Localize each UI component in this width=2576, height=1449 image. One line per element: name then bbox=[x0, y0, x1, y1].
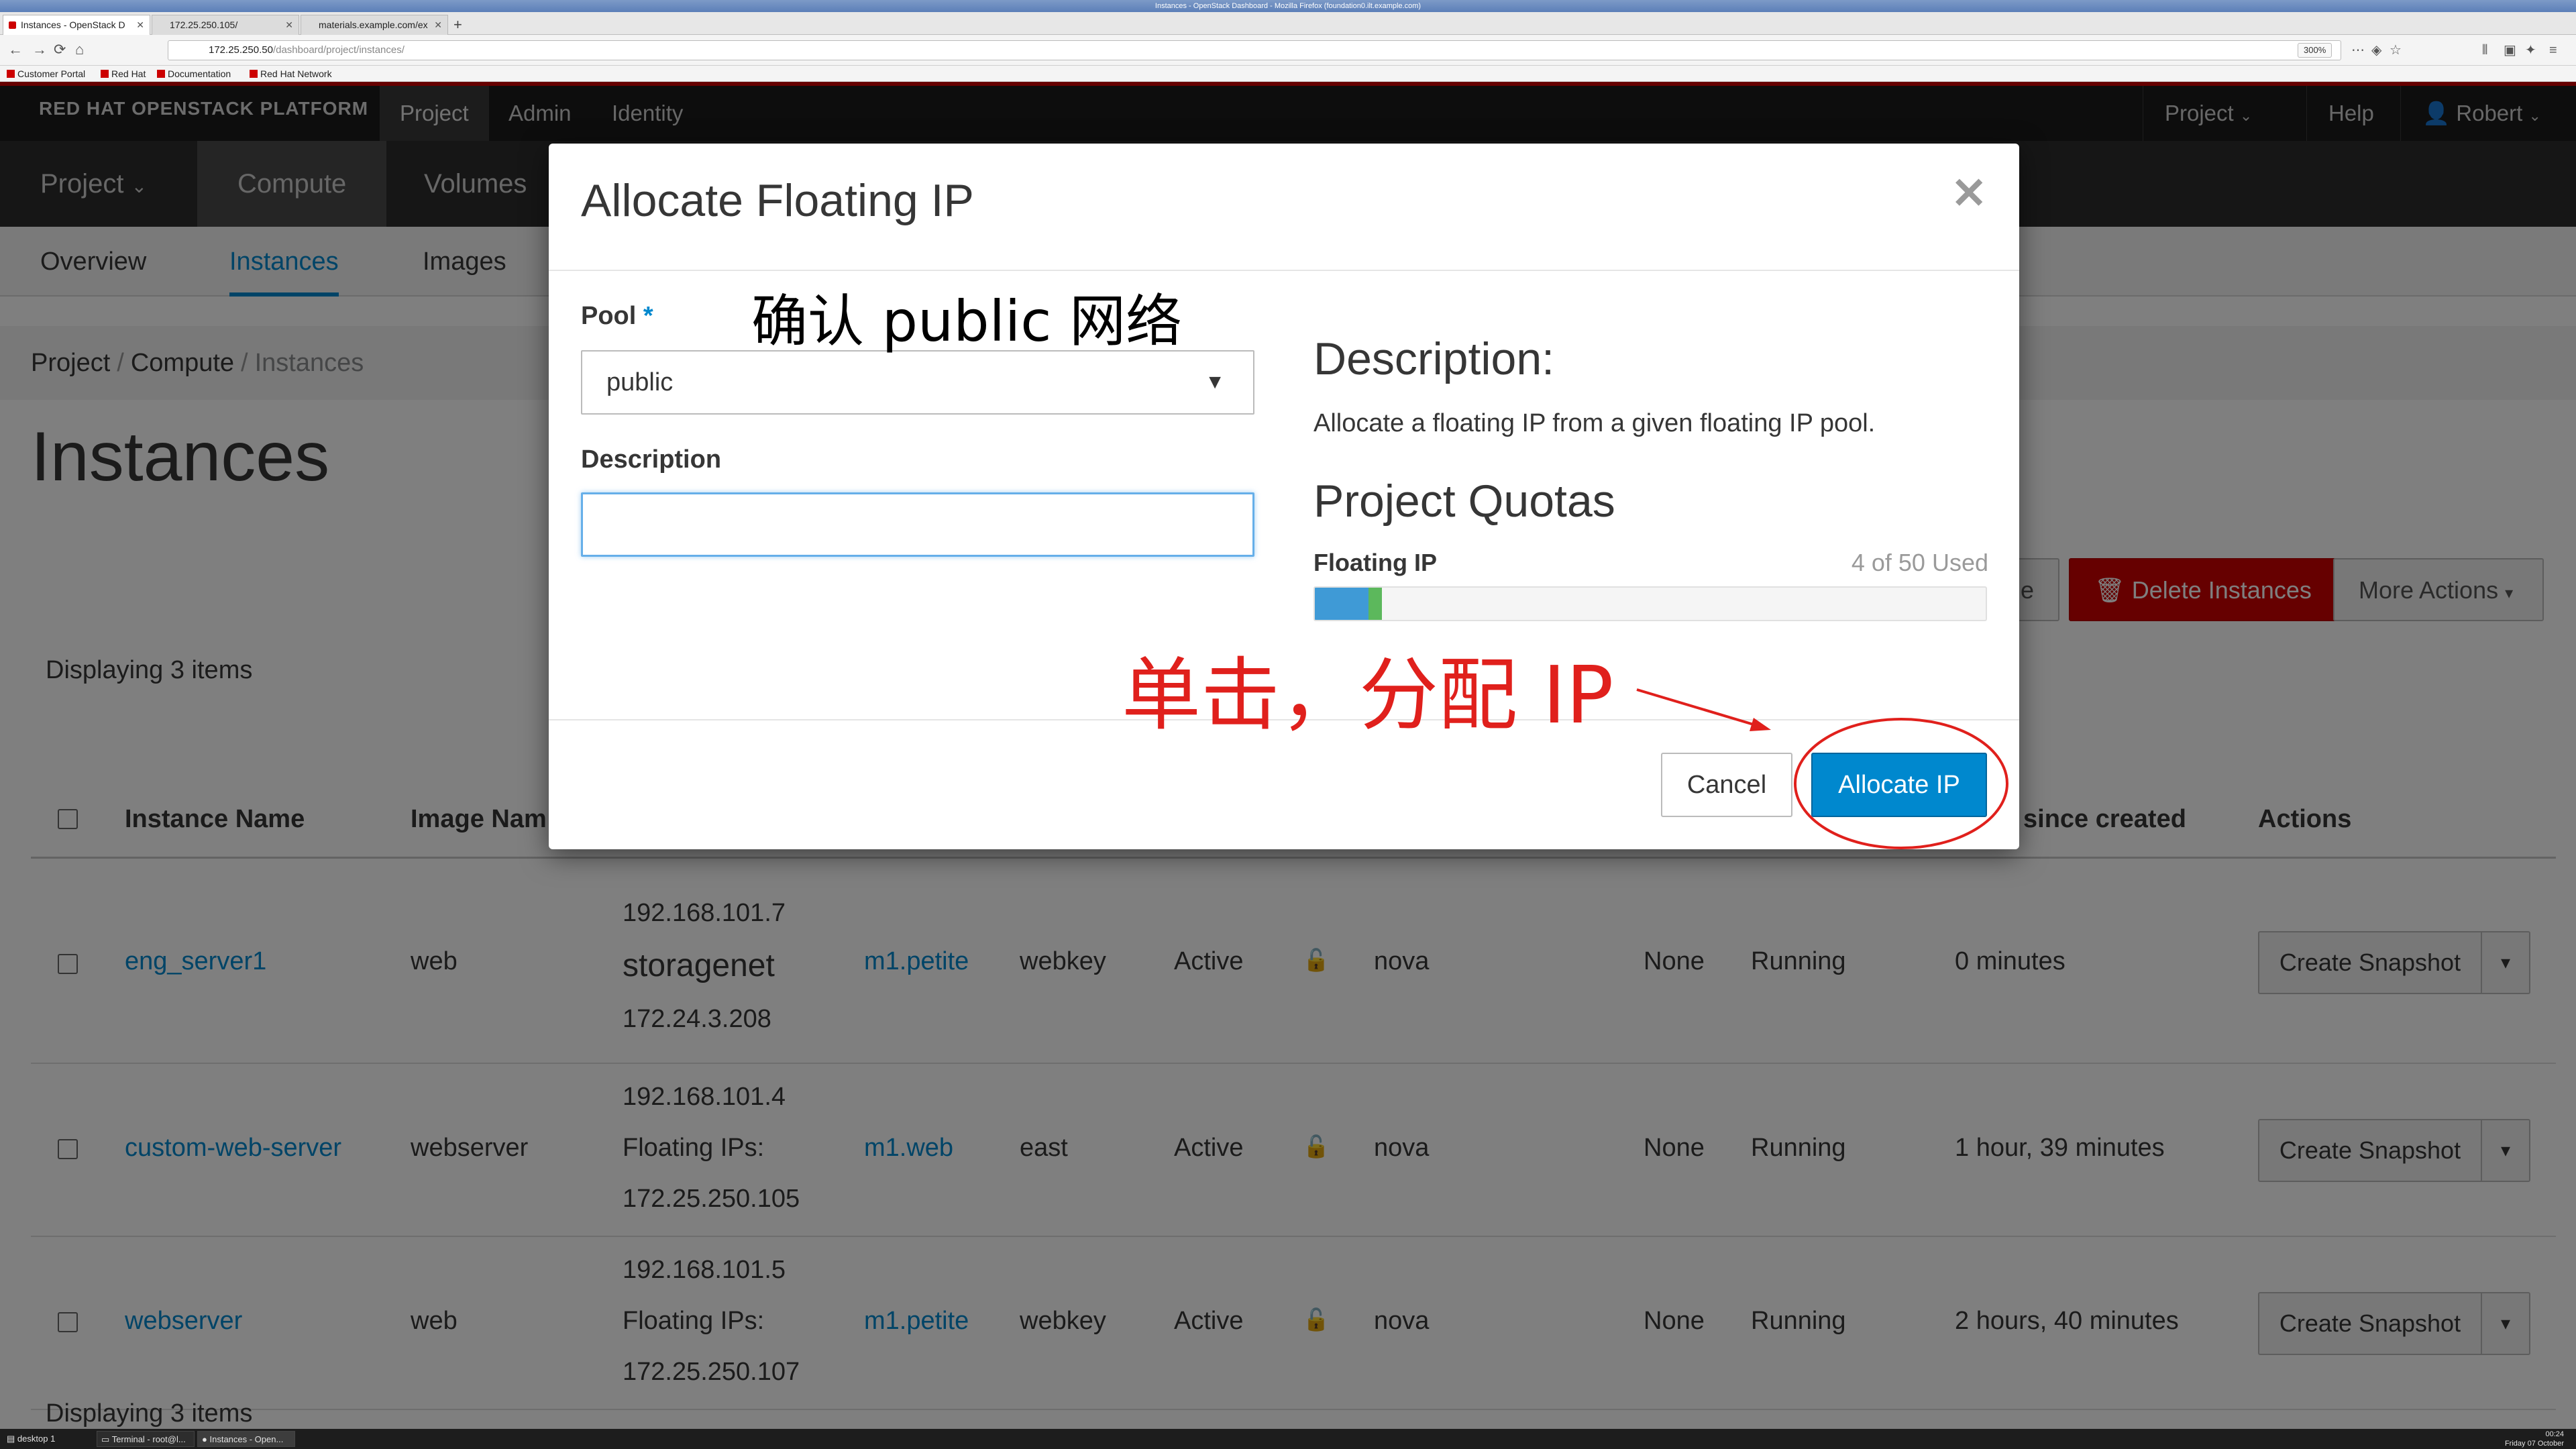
help-title: Description: bbox=[1313, 333, 1555, 384]
taskbar-terminal-label: Terminal - root@l... bbox=[111, 1434, 186, 1444]
bookmark-star-icon[interactable]: ☆ bbox=[2390, 42, 2402, 58]
browser-tab-materials[interactable]: materials.example.com/ex ✕ bbox=[301, 15, 448, 35]
pool-label: Pool * bbox=[581, 302, 653, 331]
help-text: Allocate a floating IP from a given floa… bbox=[1313, 409, 1876, 437]
taskbar-firefox[interactable]: ● Instances - Open... bbox=[197, 1431, 295, 1447]
allocate-ip-button[interactable]: Allocate IP bbox=[1811, 753, 1987, 817]
zoom-level[interactable]: 300% bbox=[2298, 43, 2332, 58]
pool-label-text: Pool bbox=[581, 302, 637, 330]
pool-selected-value: public bbox=[606, 368, 674, 396]
home-icon[interactable]: ⌂ bbox=[75, 40, 84, 59]
extension-icon[interactable]: ✦ bbox=[2525, 42, 2536, 58]
favicon-icon bbox=[9, 21, 16, 29]
library-icon[interactable]: ⫴ bbox=[2482, 42, 2487, 58]
modal-title: Allocate Floating IP bbox=[581, 175, 974, 226]
description-input[interactable] bbox=[581, 492, 1254, 557]
required-marker: * bbox=[643, 302, 653, 330]
clock: 00:24 Friday 07 October bbox=[2505, 1430, 2564, 1448]
taskbar-firefox-label: Instances - Open... bbox=[209, 1434, 284, 1444]
sidebar-icon[interactable]: ▣ bbox=[2504, 42, 2516, 58]
app-menu-icon: ▤ bbox=[7, 1434, 15, 1444]
close-icon[interactable]: ✕ bbox=[136, 15, 144, 34]
cancel-button[interactable]: Cancel bbox=[1661, 753, 1792, 817]
url-host: 172.25.250.50 bbox=[209, 44, 273, 56]
desktop-taskbar: ▤ desktop 1 ▭ Terminal - root@l... ● Ins… bbox=[0, 1429, 2576, 1449]
taskbar-desktop[interactable]: ▤ desktop 1 bbox=[3, 1431, 90, 1447]
pool-select[interactable]: public ▼ bbox=[581, 350, 1254, 415]
taskbar-terminal[interactable]: ▭ Terminal - root@l... bbox=[97, 1431, 195, 1447]
url-path: /dashboard/project/instances/ bbox=[272, 44, 405, 56]
description-label: Description bbox=[581, 445, 722, 474]
browser-tab-instances[interactable]: Instances - OpenStack D ✕ bbox=[3, 15, 150, 35]
quota-title: Project Quotas bbox=[1313, 476, 1615, 527]
tab-label: 172.25.250.105/ bbox=[170, 19, 238, 30]
caret-down-icon: ▼ bbox=[1205, 371, 1225, 393]
reload-icon[interactable]: ⟳ bbox=[54, 40, 66, 59]
page-actions-icon[interactable]: ⋯ bbox=[2351, 42, 2365, 58]
back-icon[interactable]: ← bbox=[8, 40, 23, 59]
bookmarks-bar: Customer Portal Red Hat Documentation Re… bbox=[0, 66, 2576, 82]
bookmark-customer-portal[interactable]: Customer Portal bbox=[5, 68, 85, 80]
quota-used-fill bbox=[1315, 588, 1368, 620]
bookmark-documentation[interactable]: Documentation bbox=[156, 68, 231, 80]
close-icon[interactable]: ✕ bbox=[285, 15, 293, 34]
navigation-toolbar: ← → ⟳ ⌂ 172.25.250.50/dashboard/project/… bbox=[0, 35, 2576, 66]
terminal-icon: ▭ bbox=[101, 1434, 110, 1444]
annotation-click-allocate: 单击，分配 IP bbox=[1122, 649, 1614, 741]
taskbar-desktop-label: desktop 1 bbox=[17, 1434, 56, 1444]
clock-time: 00:24 bbox=[2545, 1430, 2564, 1438]
tab-label: Instances - OpenStack D bbox=[21, 19, 125, 30]
quota-progress-bar bbox=[1313, 586, 1987, 621]
url-bar[interactable]: 172.25.250.50/dashboard/project/instance… bbox=[168, 40, 2341, 60]
window-title: Instances - OpenStack Dashboard - Mozill… bbox=[0, 0, 2576, 12]
menu-icon[interactable]: ≡ bbox=[2549, 42, 2557, 58]
quota-used-text: 4 of 50 Used bbox=[1851, 549, 1988, 576]
forward-icon[interactable]: → bbox=[32, 40, 47, 59]
close-icon[interactable]: ✕ bbox=[434, 15, 442, 34]
close-icon[interactable]: ✕ bbox=[1951, 172, 1987, 215]
browser-tab-floating-ip[interactable]: 172.25.250.105/ ✕ bbox=[152, 15, 299, 35]
pocket-icon[interactable]: ◈ bbox=[2371, 42, 2381, 58]
new-tab-icon[interactable]: + bbox=[453, 17, 462, 32]
quota-label: Floating IP bbox=[1313, 549, 1437, 576]
modal-header: Allocate Floating IP ✕ bbox=[549, 144, 2019, 271]
tab-label: materials.example.com/ex bbox=[319, 19, 428, 30]
browser-tab-bar: Instances - OpenStack D ✕ 172.25.250.105/… bbox=[0, 12, 2576, 35]
annotation-confirm-pool: 确认 public 网络 bbox=[751, 288, 1183, 354]
quota-new-fill bbox=[1368, 588, 1382, 620]
clock-date: Friday 07 October bbox=[2504, 1440, 2564, 1448]
firefox-icon: ● bbox=[202, 1434, 207, 1444]
bookmark-red-hat-network[interactable]: Red Hat Network bbox=[248, 68, 332, 80]
bookmark-red-hat[interactable]: Red Hat bbox=[99, 68, 146, 80]
